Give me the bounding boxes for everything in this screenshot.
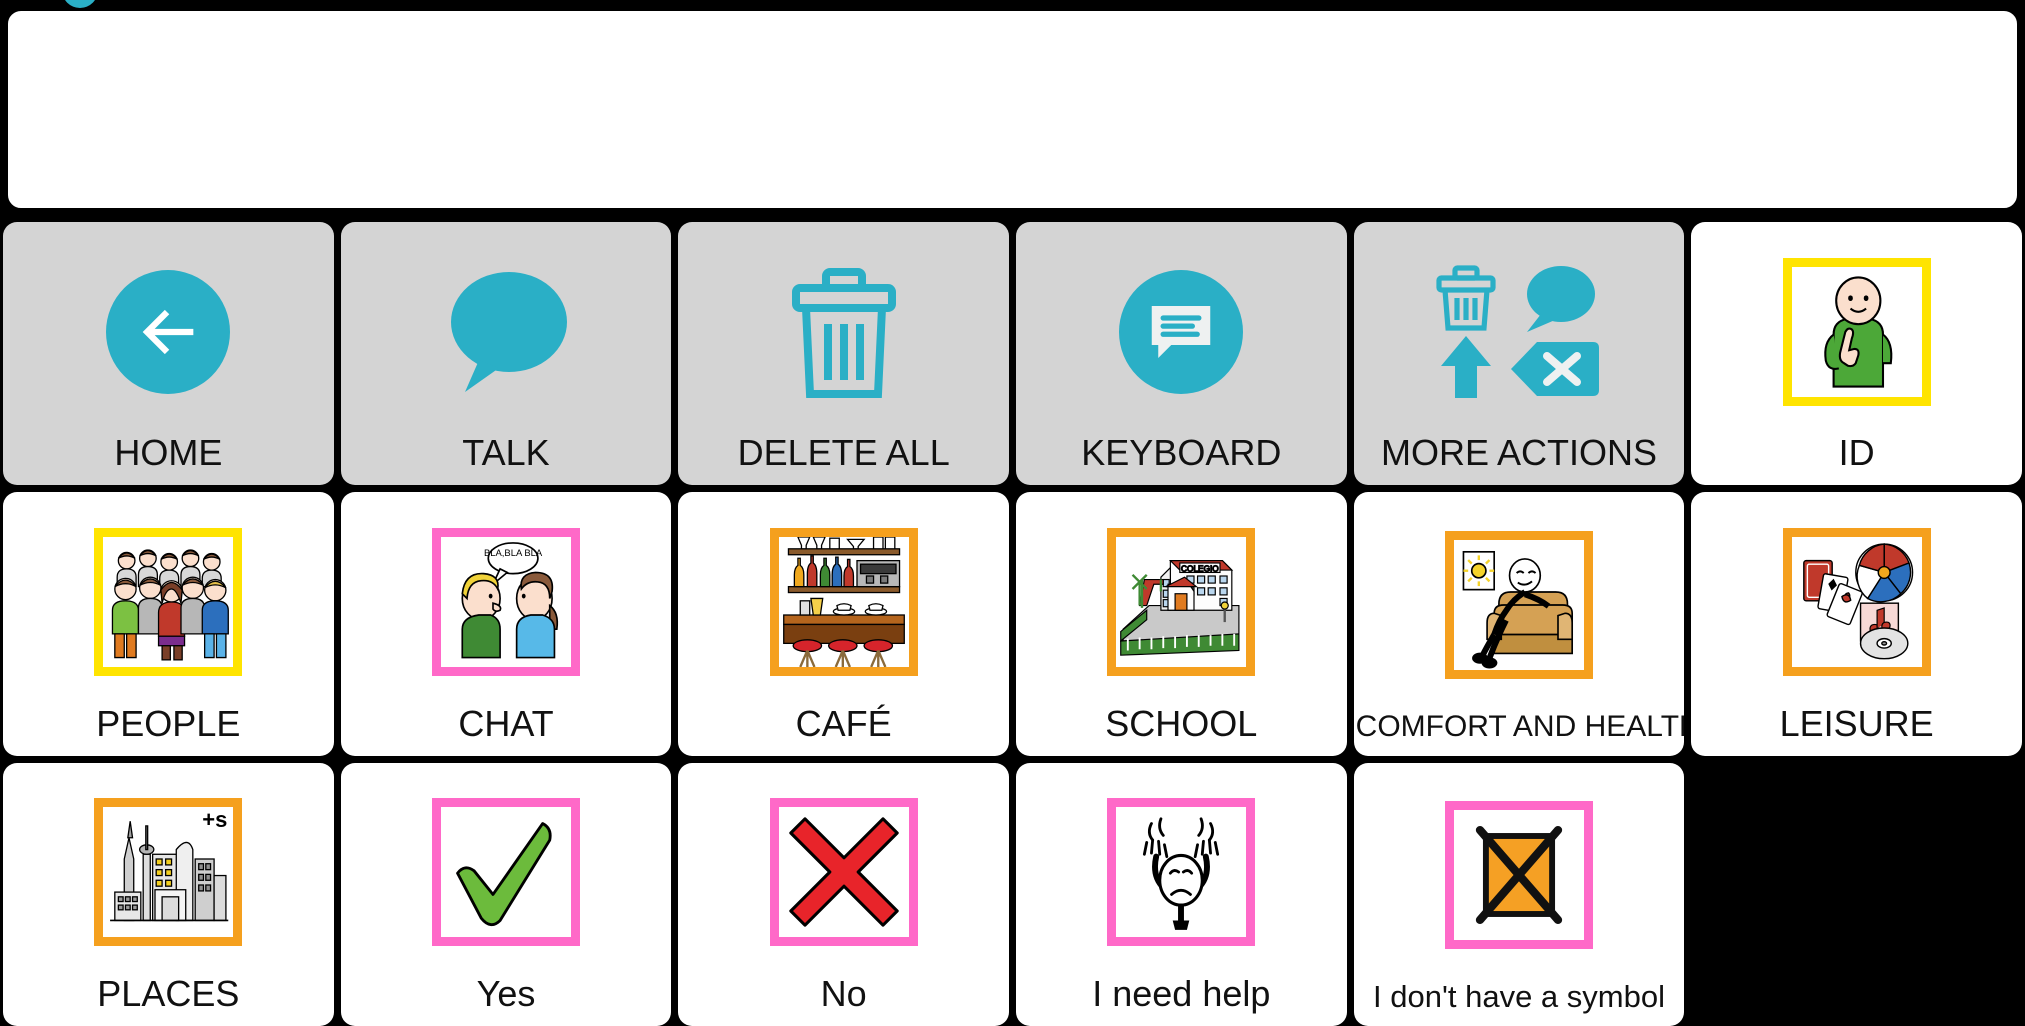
- empty-cell: [1691, 762, 2022, 1026]
- crossed-out-box-icon: [1475, 825, 1563, 924]
- chat-bubble-line1: BLA,BLA BLA: [484, 548, 543, 559]
- leisure-art: [1691, 492, 2022, 705]
- picto-frame: +s: [94, 798, 243, 947]
- bar-counter-icon: [782, 536, 905, 667]
- button-label: PEOPLE: [96, 702, 241, 744]
- button-label: CAFÉ: [795, 702, 892, 744]
- button-home[interactable]: HOME: [3, 222, 334, 486]
- yes-art: [341, 763, 672, 976]
- button-i-dont-have-a-symbol[interactable]: I don't have a symbol: [1353, 762, 1685, 1026]
- picto-frame: [769, 527, 918, 676]
- no-symbol-art: [1354, 763, 1685, 981]
- plural-marker: +s: [202, 807, 228, 833]
- cards-ball-music-icon: [1802, 543, 1913, 660]
- board-grid: HOME TALK DELETE ALL KEYBOARD MORE ACTIO…: [0, 222, 2025, 1026]
- button-label: HOME: [114, 432, 223, 474]
- button-cafe[interactable]: CAFÉ: [678, 492, 1009, 756]
- empty-art: [1691, 763, 2022, 1012]
- id-art: [1691, 222, 2022, 435]
- button-label: LEISURE: [1779, 702, 1934, 744]
- button-label: KEYBOARD: [1081, 432, 1282, 474]
- button-more-actions[interactable]: MORE ACTIONS: [1353, 222, 1685, 486]
- picto-frame: [1107, 798, 1256, 947]
- chat-art: BLA,BLA BLA: [341, 492, 672, 705]
- speech-bubble-icon: [450, 271, 567, 392]
- distressed-person-icon: [1143, 817, 1220, 931]
- button-keyboard[interactable]: KEYBOARD: [1015, 222, 1347, 486]
- button-leisure[interactable]: LEISURE: [1691, 492, 2022, 756]
- no-art: [678, 763, 1009, 976]
- button-delete-all[interactable]: DELETE ALL: [678, 222, 1009, 486]
- button-places[interactable]: +s PLACES: [3, 762, 334, 1026]
- school-sign-text: COLEGIO: [1181, 564, 1219, 573]
- button-label: DELETE ALL: [737, 432, 950, 474]
- picto-frame: [1782, 527, 1931, 676]
- picto-frame: COLEGIO: [1107, 527, 1256, 676]
- button-people[interactable]: PEOPLE: [3, 492, 334, 756]
- keyboard-chat-icon: [1119, 269, 1244, 394]
- more-actions-art: [1354, 222, 1685, 435]
- button-label: No: [820, 973, 867, 1014]
- picto-frame: [94, 527, 243, 676]
- button-label: CHAT: [458, 702, 554, 744]
- button-label: PLACES: [97, 973, 240, 1014]
- school-art: COLEGIO: [1016, 492, 1347, 705]
- picto-frame: [431, 798, 580, 947]
- two-people-talking-icon: BLA,BLA BLA: [461, 542, 559, 659]
- button-comfort-and-health[interactable]: COMFORT AND HEALTH: [1353, 492, 1685, 756]
- keyboard-art: [1016, 222, 1347, 435]
- button-label: I need help: [1092, 973, 1271, 1014]
- button-yes[interactable]: Yes: [340, 762, 672, 1026]
- delete-all-art: [678, 222, 1009, 435]
- person-pointing-self-icon: [1823, 276, 1892, 388]
- people-art: [3, 492, 334, 705]
- button-label: Yes: [476, 973, 536, 1014]
- back-arrow-icon: [106, 269, 231, 394]
- picto-frame: BLA,BLA BLA: [431, 527, 580, 676]
- button-talk[interactable]: TALK: [340, 222, 672, 486]
- group-of-people-icon: [112, 549, 230, 661]
- person-in-armchair-icon: [1462, 550, 1573, 669]
- button-label: [1691, 1012, 2022, 1026]
- button-school[interactable]: COLEGIO SCHOOL: [1015, 492, 1347, 756]
- button-id[interactable]: ID: [1691, 222, 2022, 486]
- need-help-art: [1016, 763, 1347, 976]
- button-chat[interactable]: BLA,BLA BLA CHAT: [340, 492, 672, 756]
- picto-frame: [1444, 800, 1593, 949]
- places-art: +s: [3, 763, 334, 976]
- aac-communication-board: HOME TALK DELETE ALL KEYBOARD MORE ACTIO…: [0, 0, 2025, 1026]
- comfort-art: [1354, 492, 1685, 711]
- green-check-icon: [456, 822, 552, 927]
- picto-frame: [1782, 257, 1931, 406]
- button-label: I don't have a symbol: [1373, 979, 1665, 1014]
- button-i-need-help[interactable]: I need help: [1015, 762, 1347, 1026]
- more-actions-icon: [1436, 265, 1599, 398]
- button-label: COMFORT AND HEALTH: [1355, 709, 1685, 743]
- message-bar[interactable]: [3, 6, 2022, 213]
- button-label: MORE ACTIONS: [1380, 432, 1657, 474]
- cafe-art: [678, 492, 1009, 705]
- talk-art: [341, 222, 672, 435]
- picto-frame: [769, 798, 918, 947]
- button-label: SCHOOL: [1105, 702, 1258, 744]
- school-building-icon: COLEGIO: [1120, 560, 1240, 656]
- button-label: ID: [1838, 432, 1875, 474]
- home-art: [3, 222, 334, 435]
- button-label: TALK: [462, 432, 550, 474]
- button-no[interactable]: No: [678, 762, 1009, 1026]
- red-cross-icon: [788, 817, 899, 928]
- trash-can-icon: [791, 267, 896, 398]
- message-bar-text[interactable]: [8, 11, 2017, 208]
- picto-frame: [1444, 530, 1593, 679]
